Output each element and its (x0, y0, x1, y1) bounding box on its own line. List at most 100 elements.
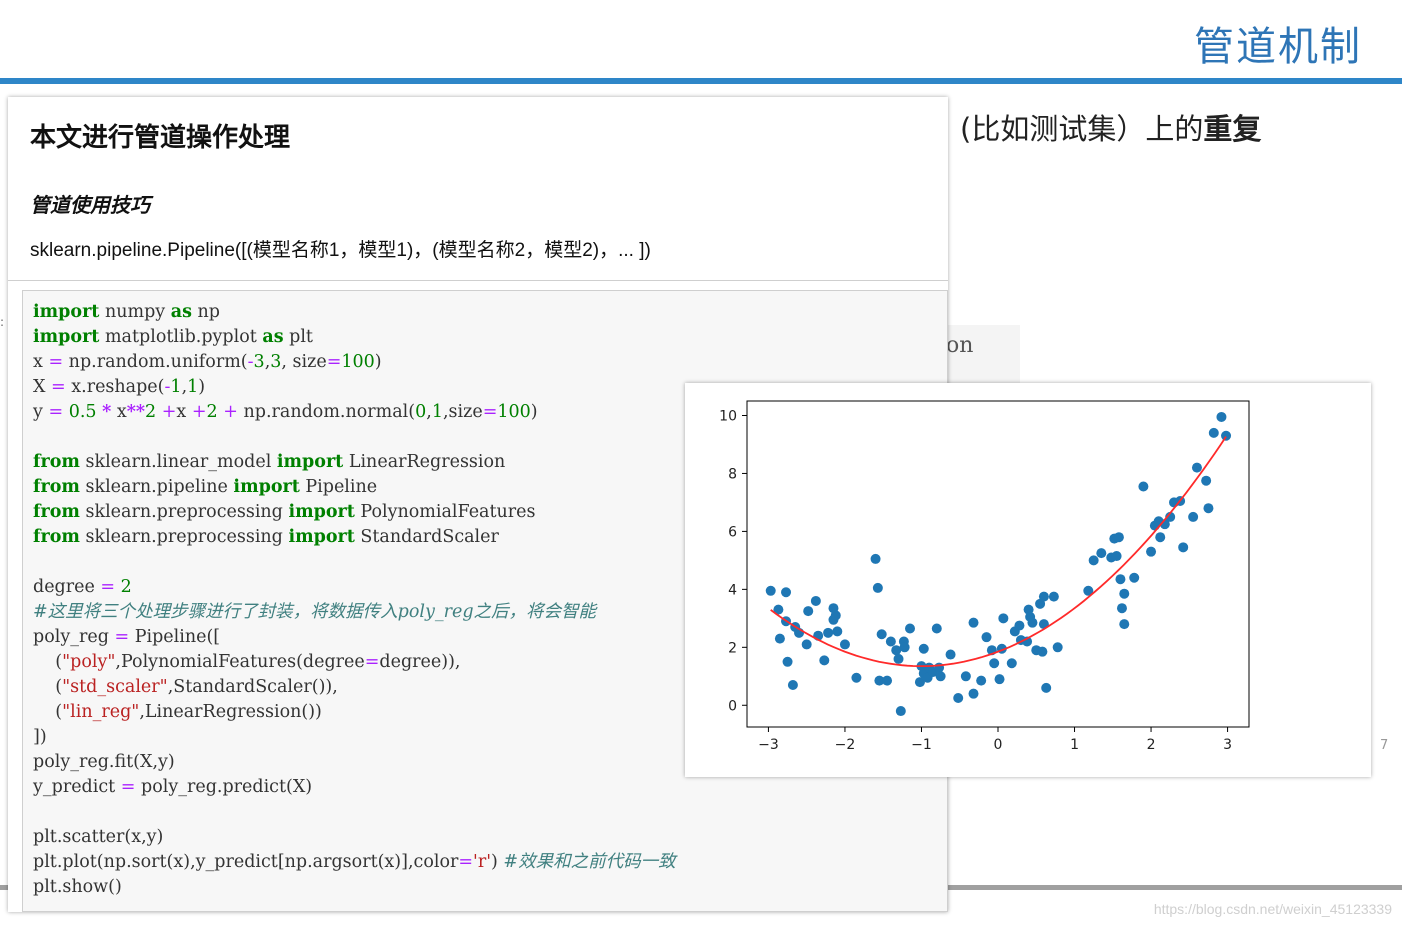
scatter-point (1203, 503, 1214, 514)
scatter-point (893, 653, 904, 664)
watermark: https://blog.csdn.net/weixin_45123339 (1153, 901, 1392, 917)
scatter-point (1088, 555, 1099, 566)
x-tick-label: −3 (758, 737, 779, 753)
plot-output: −3 −2 −1 0 1 2 3 0 2 4 6 8 10 (685, 383, 1371, 777)
y-tick-label: 0 (728, 698, 737, 714)
code-text[interactable]: import numpy as np import matplotlib.pyp… (33, 300, 676, 900)
code-line: from sklearn.preprocessing import Standa… (33, 527, 499, 547)
scatter-point (830, 610, 841, 621)
y-tick-label: 2 (728, 640, 737, 656)
background-text-fragment: on (946, 333, 974, 358)
scatter-point (1038, 591, 1049, 602)
scatter-point (787, 679, 798, 690)
x-tick-label: −1 (911, 737, 932, 753)
background-text-bold: 重复 (1203, 112, 1262, 146)
scatter-point (1155, 532, 1166, 543)
scatter-point (1201, 475, 1212, 486)
code-line: from sklearn.preprocessing import Polyno… (33, 502, 536, 522)
scatter-plot: −3 −2 −1 0 1 2 3 0 2 4 6 8 10 (719, 400, 1250, 753)
scatter-point (1119, 619, 1130, 630)
scatter-point (1221, 430, 1232, 441)
page-number: 7 (1380, 738, 1389, 753)
scatter-point (935, 671, 946, 682)
scatter-point (1138, 481, 1149, 492)
code-line: import numpy as np (33, 302, 220, 322)
scatter-point (1178, 542, 1189, 553)
code-line: plt.scatter(x,y) (33, 827, 164, 847)
code-line: ("std_scaler",StandardScaler()), (33, 677, 338, 697)
scatter-point (819, 655, 830, 666)
scatter-point (885, 636, 896, 647)
scatter-point (1115, 574, 1126, 585)
code-line: X = x.reshape(-1,1) (33, 377, 206, 397)
scatter-point (1037, 646, 1048, 657)
pipeline-signature: sklearn.pipeline.Pipeline([(模型名称1，模型1)，(… (30, 240, 651, 261)
code-line: poly_reg = Pipeline([ (33, 627, 221, 647)
code-line: import matplotlib.pyplot as plt (33, 327, 313, 347)
y-tick-label: 4 (728, 582, 737, 598)
left-marker: : (0, 315, 5, 329)
cell-separator (8, 280, 948, 281)
scatter-point (976, 675, 987, 686)
scatter-point (1216, 411, 1227, 422)
scatter-point (1116, 603, 1127, 614)
scatter-point (989, 658, 1000, 669)
scatter-point (781, 587, 792, 598)
scatter-point (765, 585, 776, 596)
scatter-point (1119, 588, 1130, 599)
code-line: x = np.random.uniform(-3,3, size=100) (33, 352, 382, 372)
scatter-point (810, 595, 821, 606)
x-tick-label: 0 (994, 737, 1003, 753)
scatter-point (968, 617, 979, 628)
code-line: ("lin_reg",LinearRegression()) (33, 702, 322, 722)
code-line: y = 0.5 * x**2 +x +2 + np.random.normal(… (33, 402, 538, 422)
scatter-point (782, 656, 793, 667)
scatter-point (801, 639, 812, 650)
scatter-point (803, 606, 814, 617)
code-line: from sklearn.pipeline import Pipeline (33, 477, 378, 497)
scatter-point (839, 639, 850, 650)
background-slide-text: (比如测试集）上的重复 (960, 106, 1261, 148)
scatter-point (899, 642, 910, 653)
scatter-point (960, 671, 971, 682)
background-text-normal: (比如测试集）上的 (960, 112, 1204, 146)
code-line: degree = 2 (33, 577, 132, 597)
scatter-point (1052, 642, 1063, 653)
scatter-point (851, 672, 862, 683)
scatter-point (870, 553, 881, 564)
scatter-point (1048, 591, 1059, 602)
scatter-point (1041, 682, 1052, 693)
scatter-point (953, 693, 964, 704)
scatter-point (994, 674, 1005, 685)
code-line: ]) (33, 727, 47, 747)
notebook-subheading: 管道使用技巧 (30, 193, 150, 217)
code-line: plt.show() (33, 877, 122, 897)
scatter-point (1113, 532, 1124, 543)
code-line: #这里将三个处理步骤进行了封装，将数据传入poly_reg之后，将会智能 (33, 602, 597, 622)
slide-title: 管道机制 (1194, 24, 1362, 70)
x-tick-label: 2 (1147, 737, 1156, 753)
scatter-point (876, 629, 887, 640)
scatter-point (1146, 546, 1157, 557)
scatter-point (823, 627, 834, 638)
scatter-point (1006, 658, 1017, 669)
x-tick-label: −2 (835, 737, 856, 753)
scatter-point (981, 632, 992, 643)
scatter-point (945, 649, 956, 660)
scatter-point (1208, 427, 1219, 438)
y-tick-label: 8 (728, 466, 737, 482)
slide-title-rule (0, 78, 1402, 84)
scatter-point (1191, 462, 1202, 473)
scatter-point (1096, 548, 1107, 559)
scatter-point (1188, 511, 1199, 522)
x-tick-label: 3 (1223, 737, 1232, 753)
scatter-point (1027, 617, 1038, 628)
notebook-heading: 本文进行管道操作处理 (30, 123, 291, 153)
x-tick-label: 1 (1070, 737, 1079, 753)
scatter-point (895, 706, 906, 717)
scatter-point (774, 633, 785, 644)
code-line: plt.plot(np.sort(x),y_predict[np.argsort… (33, 852, 676, 872)
scatter-point (832, 626, 843, 637)
y-tick-label: 10 (719, 408, 737, 424)
scatter-point (1111, 551, 1122, 562)
